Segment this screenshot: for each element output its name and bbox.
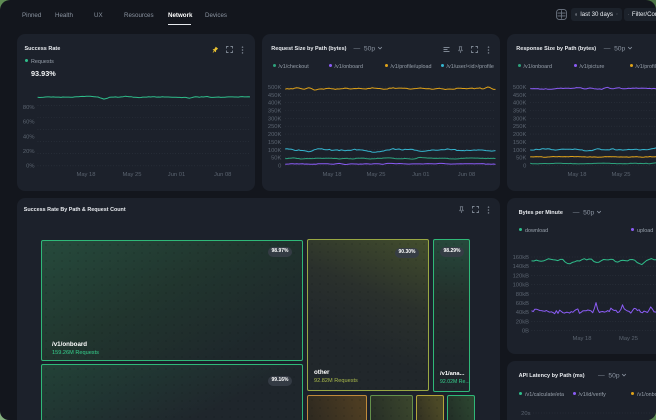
svg-text:350K: 350K xyxy=(513,109,527,115)
svg-text:80%: 80% xyxy=(23,105,35,111)
svg-text:100K: 100K xyxy=(268,148,282,154)
svg-text:Jun 08: Jun 08 xyxy=(214,172,231,178)
svg-text:120kB: 120kB xyxy=(513,273,530,279)
svg-text:20kB: 20kB xyxy=(516,319,529,325)
svg-text:150K: 150K xyxy=(513,140,527,146)
svg-text:Jun 08: Jun 08 xyxy=(458,172,475,178)
svg-text:250K: 250K xyxy=(513,124,527,130)
svg-text:0: 0 xyxy=(278,164,281,170)
svg-text:Jun 01: Jun 01 xyxy=(412,172,429,178)
svg-text:May 25: May 25 xyxy=(366,172,385,178)
svg-text:50K: 50K xyxy=(271,156,281,162)
svg-text:300K: 300K xyxy=(268,116,282,122)
svg-text:400K: 400K xyxy=(513,101,527,107)
svg-text:200K: 200K xyxy=(268,132,282,138)
svg-text:350K: 350K xyxy=(268,109,282,115)
svg-text:20s: 20s xyxy=(521,411,530,417)
svg-text:140kB: 140kB xyxy=(513,264,530,270)
svg-text:100K: 100K xyxy=(513,148,527,154)
svg-text:60%: 60% xyxy=(23,120,35,126)
svg-text:Jun 01: Jun 01 xyxy=(168,172,185,178)
svg-text:450K: 450K xyxy=(513,93,527,99)
svg-text:0: 0 xyxy=(523,164,526,170)
svg-text:450K: 450K xyxy=(268,93,282,99)
svg-text:500K: 500K xyxy=(513,85,527,91)
svg-text:50K: 50K xyxy=(516,156,526,162)
svg-text:500K: 500K xyxy=(268,85,282,91)
svg-text:400K: 400K xyxy=(268,101,282,107)
svg-text:80kB: 80kB xyxy=(516,292,529,298)
svg-text:200K: 200K xyxy=(513,132,527,138)
svg-text:300K: 300K xyxy=(513,116,527,122)
svg-text:250K: 250K xyxy=(268,124,282,130)
svg-text:40%: 40% xyxy=(23,134,35,140)
svg-text:0B: 0B xyxy=(522,329,529,335)
svg-text:May 18: May 18 xyxy=(322,172,341,178)
svg-text:160kB: 160kB xyxy=(513,255,530,261)
svg-text:May 18: May 18 xyxy=(572,336,591,342)
svg-text:0%: 0% xyxy=(26,163,34,169)
svg-text:May 25: May 25 xyxy=(122,172,141,178)
svg-text:60kB: 60kB xyxy=(516,301,529,307)
svg-text:150K: 150K xyxy=(268,140,282,146)
svg-text:100kB: 100kB xyxy=(513,283,530,289)
svg-text:May 25: May 25 xyxy=(611,172,630,178)
svg-text:May 25: May 25 xyxy=(619,336,638,342)
svg-text:May 18: May 18 xyxy=(76,172,95,178)
svg-text:20%: 20% xyxy=(23,149,35,155)
svg-text:May 18: May 18 xyxy=(567,172,586,178)
svg-text:40kB: 40kB xyxy=(516,310,529,316)
